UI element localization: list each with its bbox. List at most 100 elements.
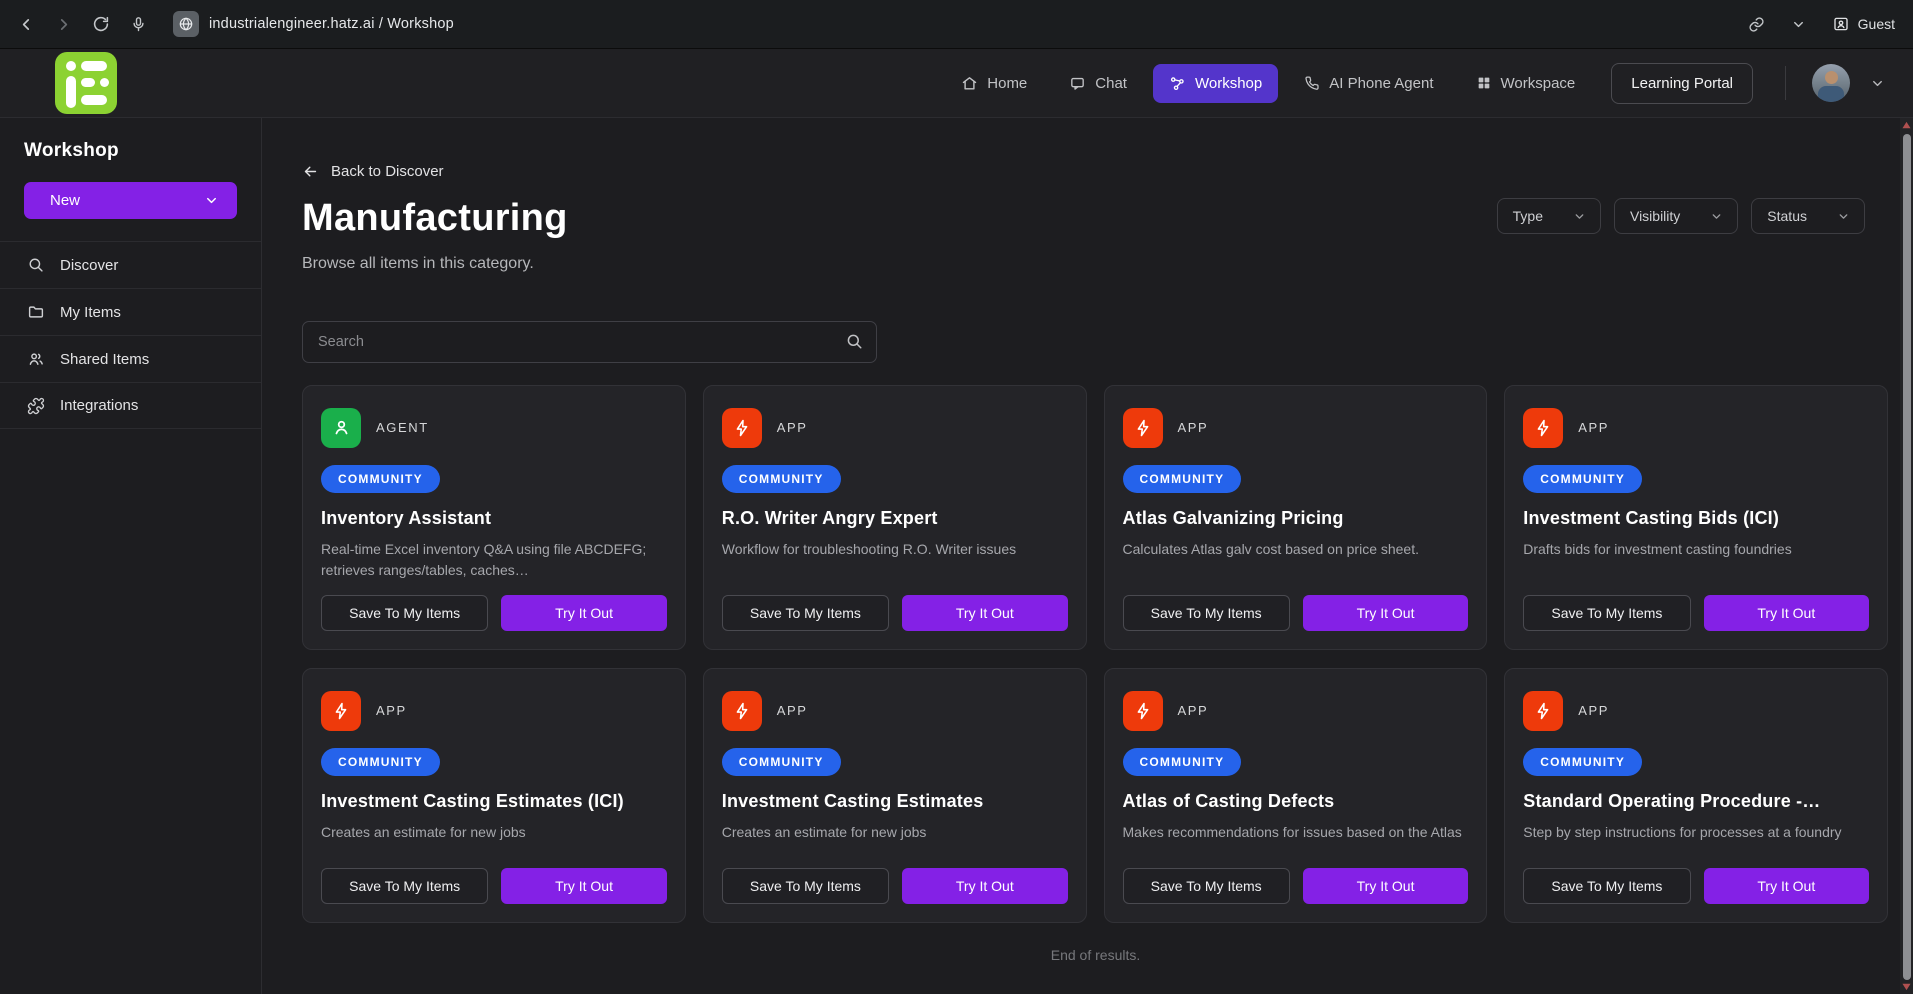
save-to-my-items-button[interactable]: Save To My Items bbox=[321, 595, 488, 631]
save-to-my-items-button[interactable]: Save To My Items bbox=[1123, 595, 1290, 631]
item-type-label: AGENT bbox=[376, 420, 429, 435]
save-to-my-items-button[interactable]: Save To My Items bbox=[722, 868, 889, 904]
nav-item-ai-phone-agent[interactable]: AI Phone Agent bbox=[1288, 64, 1449, 103]
microphone-icon bbox=[130, 16, 147, 33]
try-it-out-button[interactable]: Try It Out bbox=[1704, 595, 1869, 631]
workflow-icon bbox=[1169, 75, 1186, 92]
try-it-out-button[interactable]: Try It Out bbox=[902, 868, 1067, 904]
page-scrollbar[interactable] bbox=[1900, 118, 1913, 994]
try-it-out-button[interactable]: Try It Out bbox=[1303, 868, 1468, 904]
app-bolt-icon bbox=[1523, 691, 1563, 731]
back-to-discover-link[interactable]: Back to Discover bbox=[302, 163, 444, 180]
share-link-button[interactable] bbox=[1748, 16, 1765, 33]
try-it-out-button[interactable]: Try It Out bbox=[1704, 868, 1869, 904]
sidebar-item-shared-items[interactable]: Shared Items bbox=[0, 335, 261, 382]
back-link-label: Back to Discover bbox=[331, 163, 444, 180]
item-description: Creates an estimate for new jobs bbox=[722, 822, 1068, 854]
browser-refresh-button[interactable] bbox=[92, 15, 110, 33]
sidebar-title: Workshop bbox=[0, 140, 261, 162]
nav-item-chat[interactable]: Chat bbox=[1053, 64, 1143, 103]
chevron-down-icon bbox=[204, 193, 219, 208]
guest-profile-chip[interactable]: Guest bbox=[1832, 15, 1895, 33]
try-it-out-button[interactable]: Try It Out bbox=[1303, 595, 1468, 631]
filter-label: Type bbox=[1513, 208, 1543, 224]
save-to-my-items-button[interactable]: Save To My Items bbox=[1523, 868, 1690, 904]
community-badge: COMMUNITY bbox=[722, 465, 841, 493]
item-type-label: APP bbox=[1578, 703, 1609, 718]
learning-portal-button[interactable]: Learning Portal bbox=[1611, 63, 1753, 104]
item-description: Workflow for troubleshooting R.O. Writer… bbox=[722, 539, 1068, 581]
try-it-out-button[interactable]: Try It Out bbox=[501, 595, 666, 631]
save-to-my-items-button[interactable]: Save To My Items bbox=[1523, 595, 1690, 631]
scroll-up-arrow-icon[interactable] bbox=[1902, 121, 1911, 130]
chat-icon bbox=[1069, 75, 1086, 92]
item-type-label: APP bbox=[1578, 420, 1609, 435]
item-title: Investment Casting Estimates (ICI) bbox=[321, 791, 667, 812]
app-header: Home Chat Workshop AI Phone Agent Worksp… bbox=[0, 49, 1913, 118]
nav-label: Workshop bbox=[1195, 75, 1262, 92]
type-filter-dropdown[interactable]: Type bbox=[1497, 198, 1601, 234]
item-title: R.O. Writer Angry Expert bbox=[722, 508, 1068, 529]
avatar-menu-chevron-icon[interactable] bbox=[1870, 76, 1885, 91]
folder-icon bbox=[27, 303, 45, 321]
user-avatar[interactable] bbox=[1812, 64, 1850, 102]
main-nav: Home Chat Workshop AI Phone Agent Worksp… bbox=[945, 63, 1885, 104]
back-arrow-icon bbox=[18, 16, 35, 33]
nav-label: AI Phone Agent bbox=[1329, 75, 1433, 92]
item-card: APP COMMUNITY Atlas Galvanizing Pricing … bbox=[1104, 385, 1488, 650]
item-description: Drafts bids for investment casting found… bbox=[1523, 539, 1869, 581]
chrome-menu-caret[interactable] bbox=[1791, 17, 1806, 32]
new-button[interactable]: New bbox=[24, 182, 237, 219]
arrow-left-icon bbox=[302, 163, 319, 180]
item-card: APP COMMUNITY R.O. Writer Angry Expert W… bbox=[703, 385, 1087, 650]
sidebar-item-my-items[interactable]: My Items bbox=[0, 288, 261, 335]
item-card: APP COMMUNITY Standard Operating Procedu… bbox=[1504, 668, 1888, 923]
app-bolt-icon bbox=[722, 691, 762, 731]
sidebar-item-integrations[interactable]: Integrations bbox=[0, 382, 261, 429]
community-badge: COMMUNITY bbox=[321, 748, 440, 776]
status-filter-dropdown[interactable]: Status bbox=[1751, 198, 1865, 234]
chevron-down-icon bbox=[1573, 210, 1586, 223]
community-badge: COMMUNITY bbox=[1123, 465, 1242, 493]
nav-label: Workspace bbox=[1501, 75, 1576, 92]
browser-forward-button[interactable] bbox=[55, 16, 72, 33]
nav-item-home[interactable]: Home bbox=[945, 64, 1043, 103]
item-title: Investment Casting Bids (ICI) bbox=[1523, 508, 1869, 529]
chevron-down-icon bbox=[1791, 17, 1806, 32]
sidebar-item-label: Integrations bbox=[60, 397, 138, 414]
save-to-my-items-button[interactable]: Save To My Items bbox=[722, 595, 889, 631]
items-grid: AGENT COMMUNITY Inventory Assistant Real… bbox=[302, 385, 1888, 923]
nav-item-workshop[interactable]: Workshop bbox=[1153, 64, 1278, 103]
browser-back-button[interactable] bbox=[18, 16, 35, 33]
community-badge: COMMUNITY bbox=[321, 465, 440, 493]
community-badge: COMMUNITY bbox=[1523, 465, 1642, 493]
app-logo[interactable] bbox=[55, 52, 117, 114]
scroll-down-arrow-icon[interactable] bbox=[1902, 982, 1911, 991]
item-title: Standard Operating Procedure -… bbox=[1523, 791, 1869, 812]
save-to-my-items-button[interactable]: Save To My Items bbox=[321, 868, 488, 904]
try-it-out-button[interactable]: Try It Out bbox=[902, 595, 1067, 631]
sidebar-item-label: My Items bbox=[60, 304, 121, 321]
agent-icon bbox=[321, 408, 361, 448]
sidebar-item-discover[interactable]: Discover bbox=[0, 241, 261, 288]
nav-label: Chat bbox=[1095, 75, 1127, 92]
address-bar[interactable]: industrialengineer.hatz.ai / Workshop bbox=[173, 11, 454, 37]
chevron-down-icon bbox=[1710, 210, 1723, 223]
search-icon bbox=[845, 332, 864, 351]
try-it-out-button[interactable]: Try It Out bbox=[501, 868, 666, 904]
sidebar: Workshop New Discover My Items Shared It… bbox=[0, 118, 262, 994]
nav-label: Home bbox=[987, 75, 1027, 92]
save-to-my-items-button[interactable]: Save To My Items bbox=[1123, 868, 1290, 904]
item-title: Atlas of Casting Defects bbox=[1123, 791, 1469, 812]
community-badge: COMMUNITY bbox=[1123, 748, 1242, 776]
scrollbar-thumb[interactable] bbox=[1903, 134, 1911, 980]
nav-item-workspace[interactable]: Workspace bbox=[1460, 64, 1592, 103]
item-type-label: APP bbox=[777, 703, 808, 718]
browser-mic-button[interactable] bbox=[130, 16, 147, 33]
search-icon bbox=[27, 256, 45, 274]
search-input[interactable] bbox=[302, 321, 877, 363]
link-icon bbox=[1748, 16, 1765, 33]
filter-label: Status bbox=[1767, 208, 1807, 224]
item-card: APP COMMUNITY Atlas of Casting Defects M… bbox=[1104, 668, 1488, 923]
visibility-filter-dropdown[interactable]: Visibility bbox=[1614, 198, 1738, 234]
